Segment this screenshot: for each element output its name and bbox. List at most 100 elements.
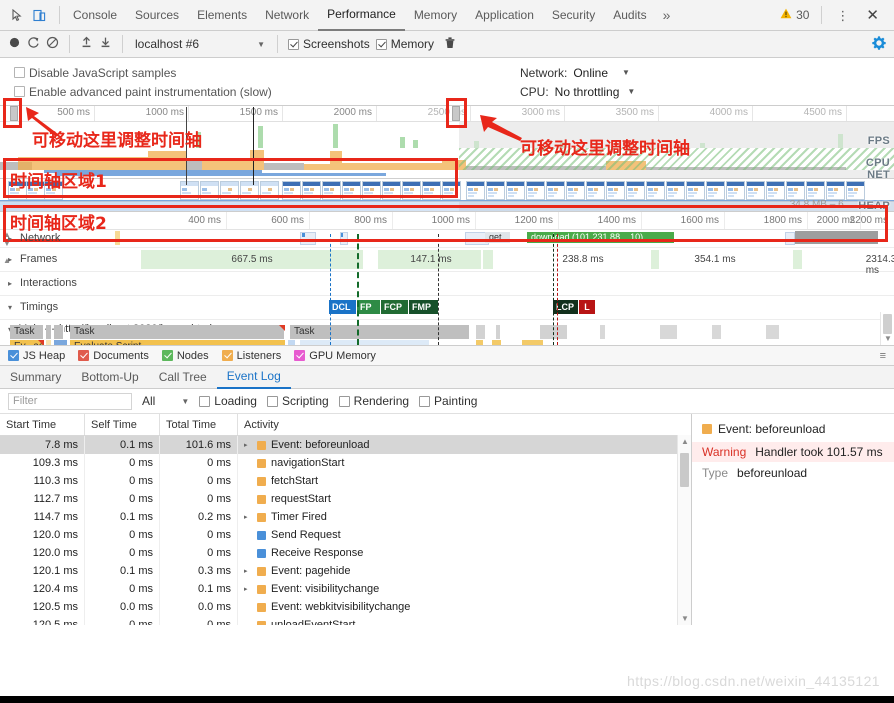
drawer-tab-call-tree[interactable]: Call Tree [149, 367, 217, 388]
record-button[interactable] [8, 36, 21, 52]
flame-bar[interactable] [496, 325, 501, 339]
flamechart-scrollbar-thumb[interactable] [883, 314, 892, 334]
tab-audits[interactable]: Audits [604, 0, 655, 30]
track-interactions-header[interactable]: ▸ Interactions [8, 277, 77, 289]
category-filter-painting[interactable]: Painting [419, 394, 477, 408]
column-header-start-time[interactable]: Start Time [0, 414, 85, 435]
disable-js-samples-checkbox[interactable]: Disable JavaScript samples [14, 66, 176, 80]
counter-js-heap[interactable]: JS Heap [8, 350, 65, 362]
table-row[interactable]: 120.0 ms 0 ms 0 ms Send Request [0, 526, 691, 544]
flame-bar[interactable] [660, 325, 678, 339]
flame-bar[interactable] [54, 340, 68, 345]
chevron-down-icon[interactable]: ▼ [622, 68, 630, 77]
overview-right-resize-handle[interactable] [452, 106, 460, 121]
flame-bar[interactable] [712, 325, 722, 339]
timeline-flamechart-pane[interactable]: 400 ms 600 ms 800 ms 1000 ms 1200 ms 140… [0, 212, 894, 346]
table-row[interactable]: 109.3 ms 0 ms 0 ms navigationStart [0, 454, 691, 472]
overview-body[interactable]: FPS CPU NET 34.8 MB – 6... HEAP [0, 107, 894, 212]
flame-bar[interactable] [54, 325, 64, 339]
event-log-table[interactable]: Start Time Self Time Total Time Activity… [0, 414, 692, 625]
load-profile-icon[interactable] [80, 36, 93, 52]
session-selector[interactable]: localhost #6 ▼ [135, 37, 267, 51]
category-filter-loading[interactable]: Loading [199, 394, 257, 408]
overview-filmstrip[interactable] [0, 178, 894, 202]
flame-bar[interactable]: Evaluate Script [70, 340, 286, 345]
flame-bar[interactable] [522, 340, 544, 345]
event-log-scrollbar[interactable]: ▲ ▼ [677, 435, 691, 625]
chevron-down-icon[interactable]: ▼ [627, 87, 635, 96]
clear-icon[interactable] [46, 36, 59, 52]
counter-nodes[interactable]: Nodes [161, 350, 209, 362]
flame-bar[interactable] [300, 340, 430, 345]
table-row[interactable]: 114.7 ms 0.1 ms 0.2 ms ▸ Timer Fired [0, 508, 691, 526]
frames-scroll-up-icon[interactable]: ▲ [3, 256, 892, 265]
duration-filter-select[interactable]: All ▼ [142, 394, 189, 408]
advanced-paint-checkbox[interactable]: Enable advanced paint instrumentation (s… [14, 85, 272, 99]
event-log-scrollbar-thumb[interactable] [680, 453, 689, 487]
main-flamechart[interactable]: Task Task Task Ev...ad Evaluate Scrip [0, 325, 894, 345]
category-filter-scripting[interactable]: Scripting [266, 394, 329, 408]
tab-sources[interactable]: Sources [126, 0, 188, 30]
disclosure-triangle-icon[interactable]: ▸ [244, 441, 252, 449]
tab-application[interactable]: Application [466, 0, 543, 30]
tab-elements[interactable]: Elements [188, 0, 256, 30]
flame-bar[interactable] [600, 325, 606, 339]
track-timings[interactable]: ▾ Timings DCL FP FCP FMP LCP L [0, 296, 894, 320]
drawer-menu-icon[interactable]: ≡ [880, 350, 886, 362]
table-row[interactable]: 110.3 ms 0 ms 0 ms fetchStart [0, 472, 691, 490]
drawer-tab-summary[interactable]: Summary [0, 367, 71, 388]
chevron-right-icon[interactable]: ▸ [8, 279, 15, 288]
track-timings-header[interactable]: ▾ Timings [8, 301, 58, 313]
track-network-header[interactable]: ▸ Network [8, 232, 60, 244]
flamechart-ruler[interactable]: 400 ms 600 ms 800 ms 1000 ms 1200 ms 140… [0, 212, 894, 230]
timing-marker-dcl[interactable]: DCL [329, 300, 356, 314]
flame-bar[interactable]: Task [10, 325, 44, 339]
category-filter-rendering[interactable]: Rendering [338, 394, 409, 408]
chevron-down-icon[interactable]: ▾ [8, 303, 15, 312]
tab-network[interactable]: Network [256, 0, 318, 30]
table-row[interactable]: 112.7 ms 0 ms 0 ms requestStart [0, 490, 691, 508]
disclosure-triangle-icon[interactable]: ▸ [244, 513, 252, 521]
disclosure-triangle-icon[interactable]: ▸ [244, 585, 252, 593]
timeline-overview-pane[interactable]: 500 ms 1000 ms 1500 ms 2000 ms 2500 ms 3… [0, 106, 894, 212]
filter-input[interactable] [8, 392, 132, 410]
flamechart-scrollbar[interactable]: ▼ [880, 312, 894, 345]
tab-security[interactable]: Security [543, 0, 604, 30]
main-menu-icon[interactable]: ⋮ [828, 9, 857, 22]
cpu-value[interactable]: No throttling [555, 85, 620, 99]
table-row[interactable]: 120.1 ms 0.1 ms 0.3 ms ▸ Event: pagehide [0, 562, 691, 580]
track-interactions[interactable]: ▸ Interactions [0, 272, 894, 296]
overview-left-resize-handle[interactable] [10, 106, 18, 121]
table-row[interactable]: 120.4 ms 0 ms 0.1 ms ▸ Event: visibility… [0, 580, 691, 598]
screenshots-checkbox[interactable]: Screenshots [288, 37, 370, 51]
trash-icon[interactable] [444, 36, 456, 52]
table-row[interactable]: 120.0 ms 0 ms 0 ms Receive Response [0, 544, 691, 562]
chevron-right-icon[interactable]: ▸ [8, 255, 15, 264]
network-scroll-down-icon[interactable]: ▼ [3, 239, 892, 248]
more-tabs-button[interactable]: » [656, 0, 678, 30]
save-profile-icon[interactable] [99, 36, 112, 52]
counter-documents[interactable]: Documents [78, 350, 149, 362]
flame-bar[interactable]: Task [290, 325, 470, 339]
chevron-down-icon[interactable]: ▼ [681, 614, 689, 623]
flame-bar[interactable] [46, 340, 52, 345]
flame-bar[interactable]: Task [70, 325, 285, 339]
overview-ruler[interactable]: 500 ms 1000 ms 1500 ms 2000 ms 2500 ms 3… [0, 106, 894, 122]
close-icon[interactable]: ✕ [859, 8, 886, 23]
network-scroll-up-icon[interactable]: ▲ [3, 230, 892, 239]
table-row[interactable]: 120.5 ms 0.0 ms 0.0 ms Event: webkitvisi… [0, 598, 691, 616]
timing-marker-fmp[interactable]: FMP [409, 300, 438, 314]
tab-memory[interactable]: Memory [405, 0, 466, 30]
drawer-tab-event-log[interactable]: Event Log [216, 366, 291, 389]
timing-marker-fcp[interactable]: FCP [381, 300, 408, 314]
memory-checkbox[interactable]: Memory [375, 37, 434, 51]
counter-gpu-memory[interactable]: GPU Memory [294, 350, 376, 362]
column-header-total-time[interactable]: Total Time [160, 414, 238, 435]
warning-count-badge[interactable]: 30 [780, 8, 815, 22]
table-row[interactable]: 120.5 ms 0 ms 0 ms unloadEventStart [0, 616, 691, 625]
counter-listeners[interactable]: Listeners [221, 350, 281, 362]
flame-bar[interactable] [288, 340, 296, 345]
tab-performance[interactable]: Performance [318, 0, 405, 31]
network-value[interactable]: Online [573, 66, 608, 80]
reload-and-profile-icon[interactable] [27, 36, 40, 52]
